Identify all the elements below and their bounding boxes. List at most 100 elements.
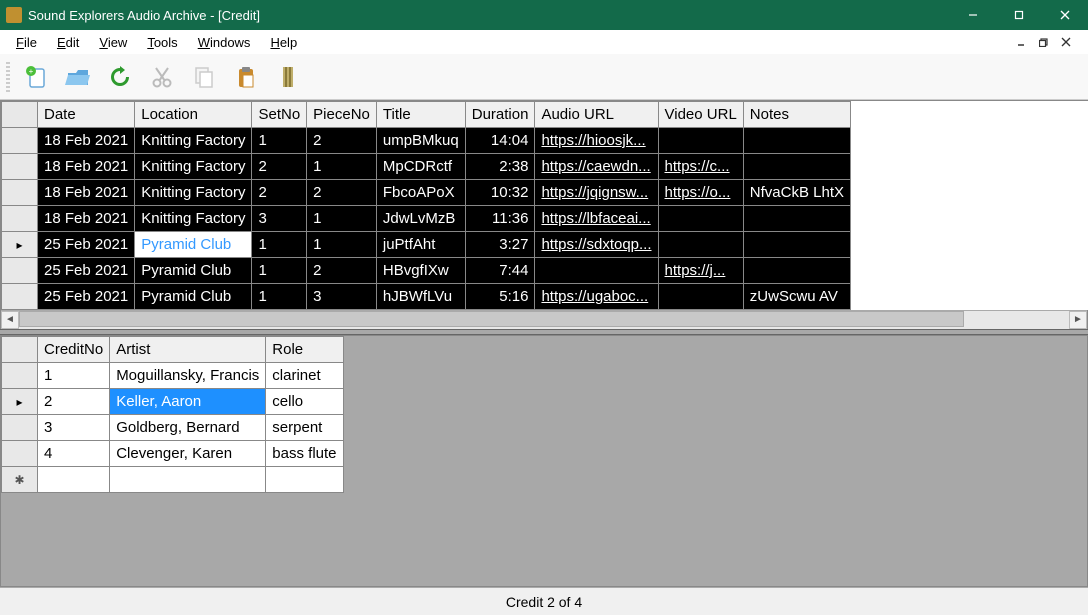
open-button[interactable] xyxy=(60,59,96,95)
cell-duration[interactable]: 10:32 xyxy=(465,180,535,206)
cell-role[interactable]: cello xyxy=(266,389,343,415)
cell-location[interactable]: Knitting Factory xyxy=(135,206,252,232)
cell-notes[interactable]: NfvaCkB LhtX xyxy=(743,180,850,206)
cell-duration[interactable]: 3:27 xyxy=(465,232,535,258)
cell-date[interactable]: 18 Feb 2021 xyxy=(38,154,135,180)
cell-date[interactable]: 25 Feb 2021 xyxy=(38,284,135,310)
cell-title[interactable]: hJBWfLVu xyxy=(376,284,465,310)
cell-audio_url[interactable]: https://caewdn... xyxy=(535,154,658,180)
new-button[interactable]: + xyxy=(18,59,54,95)
cell-video_url[interactable] xyxy=(658,232,743,258)
cell-pieceno[interactable]: 3 xyxy=(307,284,377,310)
cell-setno[interactable]: 1 xyxy=(252,128,307,154)
cell-duration[interactable]: 2:38 xyxy=(465,154,535,180)
cell-notes[interactable]: zUwScwu AV xyxy=(743,284,850,310)
table-row[interactable]: 18 Feb 2021Knitting Factory22FbcoAPoX10:… xyxy=(2,180,851,206)
menu-windows[interactable]: Windows xyxy=(188,33,261,52)
menu-help[interactable]: Help xyxy=(260,33,307,52)
table-row[interactable]: 18 Feb 2021Knitting Factory21MpCDRctf2:3… xyxy=(2,154,851,180)
col-role[interactable]: Role xyxy=(266,337,343,363)
row-selector-header[interactable] xyxy=(2,102,38,128)
table-row[interactable]: 18 Feb 2021Knitting Factory31JdwLvMzB11:… xyxy=(2,206,851,232)
cell-title[interactable]: umpBMkuq xyxy=(376,128,465,154)
cell-creditno[interactable]: 2 xyxy=(38,389,110,415)
col-title[interactable]: Title xyxy=(376,102,465,128)
row-selector[interactable] xyxy=(2,467,38,493)
cell-title[interactable]: HBvgfIXw xyxy=(376,258,465,284)
cell-pieceno[interactable]: 1 xyxy=(307,232,377,258)
cell-video_url[interactable] xyxy=(658,128,743,154)
bottom-grid[interactable]: CreditNo Artist Role 1Moguillansky, Fran… xyxy=(1,336,344,493)
menu-view[interactable]: View xyxy=(89,33,137,52)
cell-creditno[interactable]: 4 xyxy=(38,441,110,467)
cell-location[interactable]: Knitting Factory xyxy=(135,154,252,180)
cell-artist[interactable]: Goldberg, Bernard xyxy=(110,415,266,441)
cell-creditno[interactable]: 3 xyxy=(38,415,110,441)
cell-setno[interactable]: 2 xyxy=(252,180,307,206)
row-selector[interactable] xyxy=(2,180,38,206)
tool-button[interactable] xyxy=(270,59,306,95)
cell-audio_url[interactable] xyxy=(535,258,658,284)
table-row[interactable]: 1Moguillansky, Francisclarinet xyxy=(2,363,344,389)
row-selector[interactable] xyxy=(2,363,38,389)
row-selector[interactable] xyxy=(2,128,38,154)
doc-restore-icon[interactable] xyxy=(1036,34,1052,50)
cell-title[interactable]: MpCDRctf xyxy=(376,154,465,180)
cell-video_url[interactable] xyxy=(658,284,743,310)
table-row[interactable]: 25 Feb 2021Pyramid Club12HBvgfIXw7:44htt… xyxy=(2,258,851,284)
row-selector[interactable] xyxy=(2,441,38,467)
cell-role[interactable]: clarinet xyxy=(266,363,343,389)
col-audio-url[interactable]: Audio URL xyxy=(535,102,658,128)
table-row[interactable]: 18 Feb 2021Knitting Factory12umpBMkuq14:… xyxy=(2,128,851,154)
table-row[interactable]: 4Clevenger, Karenbass flute xyxy=(2,441,344,467)
row-selector[interactable] xyxy=(2,232,38,258)
col-setno[interactable]: SetNo xyxy=(252,102,307,128)
cell-audio_url[interactable]: https://hioosjk... xyxy=(535,128,658,154)
cell-setno[interactable]: 1 xyxy=(252,258,307,284)
row-selector[interactable] xyxy=(2,415,38,441)
cell-pieceno[interactable]: 1 xyxy=(307,154,377,180)
cell-pieceno[interactable]: 2 xyxy=(307,128,377,154)
cell-location[interactable]: Pyramid Club xyxy=(135,284,252,310)
row-selector[interactable] xyxy=(2,284,38,310)
cell-date[interactable]: 25 Feb 2021 xyxy=(38,258,135,284)
cell-empty[interactable] xyxy=(266,467,343,493)
cell-role[interactable]: serpent xyxy=(266,415,343,441)
col-date[interactable]: Date xyxy=(38,102,135,128)
cell-audio_url[interactable]: https://jqignsw... xyxy=(535,180,658,206)
menu-file[interactable]: File xyxy=(6,33,47,52)
cell-date[interactable]: 18 Feb 2021 xyxy=(38,128,135,154)
menu-tools[interactable]: Tools xyxy=(137,33,187,52)
copy-button[interactable] xyxy=(186,59,222,95)
cut-button[interactable] xyxy=(144,59,180,95)
cell-notes[interactable] xyxy=(743,128,850,154)
close-button[interactable] xyxy=(1042,0,1088,30)
row-selector-header[interactable] xyxy=(2,337,38,363)
cell-role[interactable]: bass flute xyxy=(266,441,343,467)
row-selector[interactable] xyxy=(2,206,38,232)
cell-empty[interactable] xyxy=(110,467,266,493)
col-pieceno[interactable]: PieceNo xyxy=(307,102,377,128)
cell-date[interactable]: 25 Feb 2021 xyxy=(38,232,135,258)
cell-notes[interactable] xyxy=(743,154,850,180)
cell-creditno[interactable]: 1 xyxy=(38,363,110,389)
col-notes[interactable]: Notes xyxy=(743,102,850,128)
cell-video_url[interactable]: https://j... xyxy=(658,258,743,284)
row-selector[interactable] xyxy=(2,154,38,180)
cell-title[interactable]: FbcoAPoX xyxy=(376,180,465,206)
doc-minimize-icon[interactable] xyxy=(1014,34,1030,50)
maximize-button[interactable] xyxy=(996,0,1042,30)
minimize-button[interactable] xyxy=(950,0,996,30)
cell-artist[interactable]: Moguillansky, Francis xyxy=(110,363,266,389)
cell-setno[interactable]: 3 xyxy=(252,206,307,232)
cell-duration[interactable]: 5:16 xyxy=(465,284,535,310)
cell-empty[interactable] xyxy=(38,467,110,493)
col-video-url[interactable]: Video URL xyxy=(658,102,743,128)
refresh-button[interactable] xyxy=(102,59,138,95)
cell-notes[interactable] xyxy=(743,206,850,232)
row-selector[interactable] xyxy=(2,389,38,415)
cell-title[interactable]: juPtfAht xyxy=(376,232,465,258)
cell-artist[interactable]: Clevenger, Karen xyxy=(110,441,266,467)
cell-date[interactable]: 18 Feb 2021 xyxy=(38,180,135,206)
cell-setno[interactable]: 1 xyxy=(252,232,307,258)
